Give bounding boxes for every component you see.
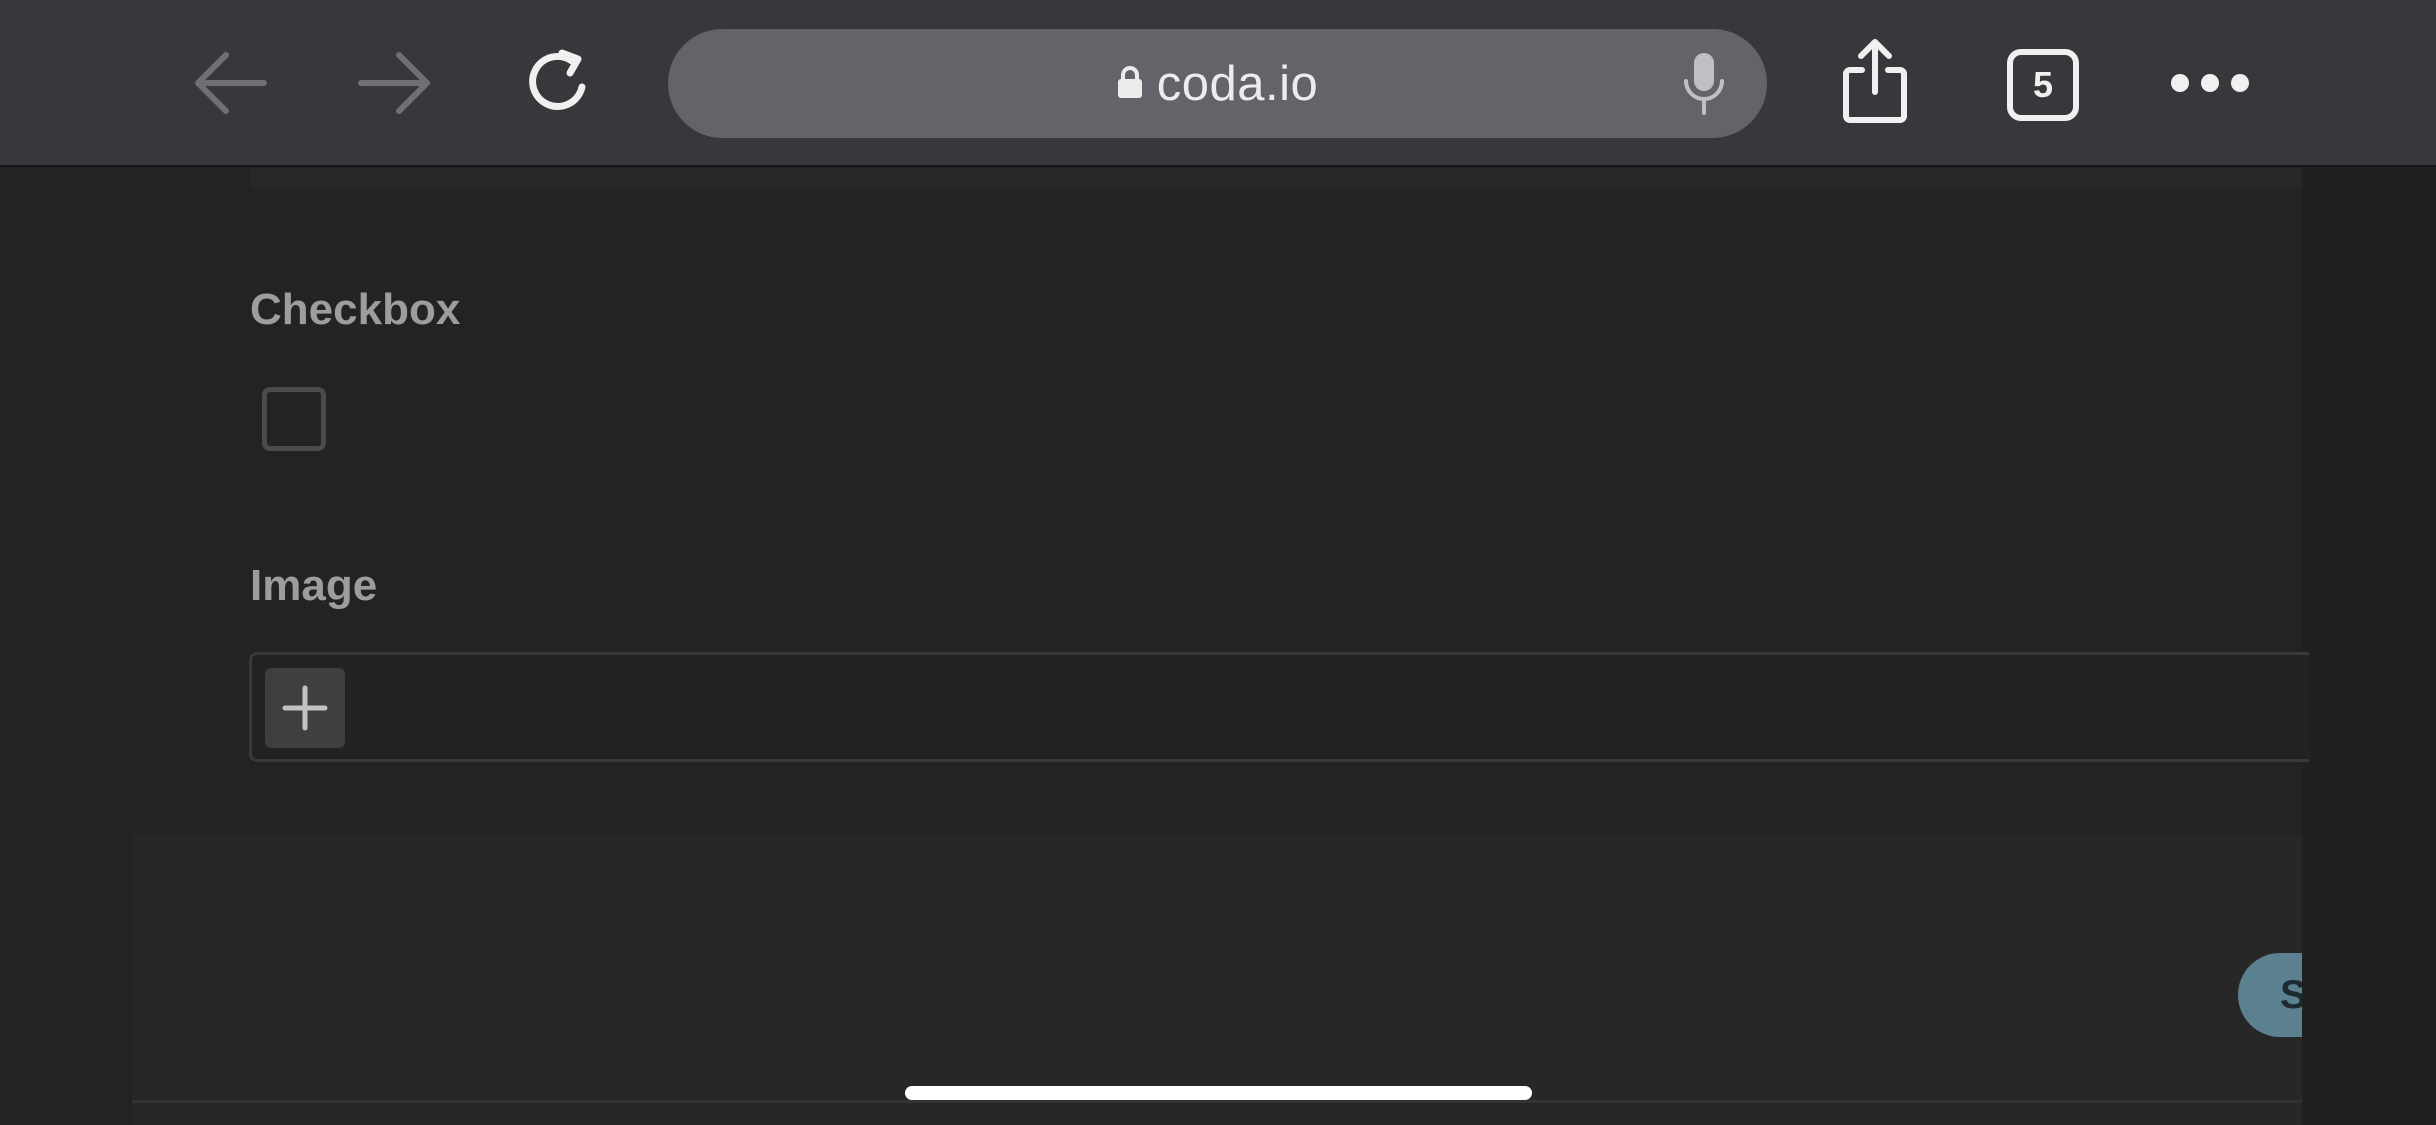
previous-field-edge <box>250 169 2302 189</box>
forward-button[interactable] <box>345 40 445 126</box>
home-indicator[interactable] <box>905 1086 1532 1100</box>
footer-divider <box>132 1100 2302 1103</box>
add-image-button[interactable] <box>265 668 345 748</box>
url-display: coda.io <box>668 29 1767 138</box>
more-button[interactable] <box>2160 40 2260 126</box>
tabs-icon: 5 <box>2007 49 2079 121</box>
lock-icon <box>1117 65 1142 98</box>
checkbox-input[interactable] <box>262 387 326 451</box>
arrow-left-icon <box>195 52 267 114</box>
url-text: coda.io <box>1156 56 1319 111</box>
reload-button[interactable] <box>510 40 610 126</box>
tabs-button[interactable]: 5 <box>2000 42 2086 128</box>
checkbox-field-label: Checkbox <box>250 285 461 334</box>
share-button[interactable] <box>1830 30 1920 130</box>
microphone-icon[interactable] <box>1679 51 1729 117</box>
form-page: Checkbox Image S <box>0 169 2436 1125</box>
share-icon <box>1843 39 1907 123</box>
browser-toolbar: coda.io 5 <box>0 0 2436 167</box>
url-bar[interactable]: coda.io <box>668 29 1767 138</box>
reload-icon <box>529 49 586 110</box>
form-footer: S <box>132 834 2302 1125</box>
more-dots-icon <box>2171 74 2249 92</box>
submit-button[interactable]: S <box>2238 953 2302 1037</box>
plus-icon <box>282 685 328 731</box>
image-upload-field[interactable] <box>249 652 2309 762</box>
left-gutter <box>0 169 132 1125</box>
image-field-label: Image <box>250 561 378 610</box>
arrow-right-icon <box>358 52 430 114</box>
right-gutter <box>2302 169 2436 1125</box>
back-button[interactable] <box>180 40 280 126</box>
